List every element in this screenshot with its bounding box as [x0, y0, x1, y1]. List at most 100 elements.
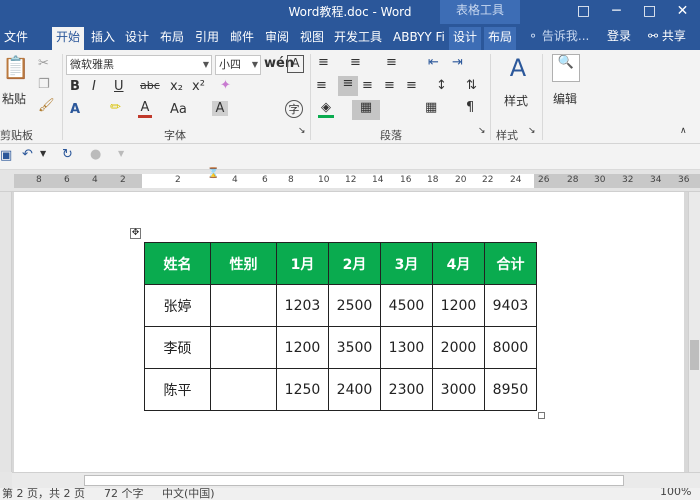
subscript-icon[interactable]: x₂	[170, 79, 183, 94]
char-border-icon[interactable]: A	[287, 55, 304, 73]
styles-button-label[interactable]: 样式	[504, 92, 528, 109]
table-cell[interactable]: 1250	[276, 368, 329, 411]
distributed-icon[interactable]: ≡	[406, 78, 417, 93]
customize-qat-icon[interactable]: ▼	[118, 149, 124, 158]
table-cell[interactable]: 2000	[432, 326, 485, 369]
share-button[interactable]: ⚯ 共享	[648, 27, 686, 44]
header-cell[interactable]: 1月	[276, 242, 329, 285]
table-cell[interactable]: 李硕	[144, 326, 211, 369]
text-effects-icon[interactable]: A	[70, 102, 80, 117]
char-shading-icon[interactable]: A	[212, 101, 228, 116]
tab-2[interactable]: 插入	[87, 27, 119, 50]
table-cell[interactable]: 9403	[484, 284, 537, 327]
table-cell[interactable]	[210, 368, 277, 411]
vertical-scrollbar[interactable]	[688, 192, 700, 472]
table-cell[interactable]: 8950	[484, 368, 537, 411]
table-cell[interactable]: 4500	[380, 284, 433, 327]
header-cell[interactable]: 2月	[328, 242, 381, 285]
collapse-ribbon-icon[interactable]: ∧	[680, 126, 687, 136]
table-cell[interactable]: 张婷	[144, 284, 211, 327]
dialog-launcher-icon[interactable]: ↘	[298, 126, 306, 136]
minimize-icon[interactable]: ─	[600, 0, 633, 24]
close-icon[interactable]: ✕	[666, 0, 699, 24]
maximize-icon[interactable]: □	[633, 0, 666, 24]
show-marks-icon[interactable]: ¶	[466, 100, 474, 115]
header-cell[interactable]: 合计	[484, 242, 537, 285]
dialog-launcher-icon[interactable]: ↘	[478, 126, 486, 136]
table-cell[interactable]: 3000	[432, 368, 485, 411]
redo-icon[interactable]: ↻	[62, 147, 73, 162]
tab-5[interactable]: 引用	[191, 27, 223, 50]
tab-11[interactable]: 设计	[449, 27, 482, 50]
save-icon[interactable]: ▣	[0, 148, 12, 163]
tab-3[interactable]: 设计	[121, 27, 153, 50]
page-count[interactable]: 第 2 页，共 2 页	[2, 488, 85, 500]
font-name-combo[interactable]: 微软雅黑 ▼	[66, 55, 212, 75]
bold-icon[interactable]: B	[70, 79, 80, 94]
table-resize-handle[interactable]	[538, 412, 545, 419]
justify-icon[interactable]: ≡	[384, 78, 395, 93]
tab-8[interactable]: 视图	[296, 27, 328, 50]
strikethrough-icon[interactable]: abc	[140, 79, 160, 92]
login-button[interactable]: 登录	[607, 27, 631, 44]
tab-12[interactable]: 布局	[484, 27, 517, 50]
italic-icon[interactable]: I	[92, 79, 96, 94]
document-page[interactable]: ✥ 姓名 性别 1月 2月 3月 4月 合计 张婷 1203 2500 4500 1200 9403 李…	[14, 192, 684, 472]
align-center-icon[interactable]: ≡	[338, 76, 358, 96]
find-icon[interactable]: 🔍	[552, 54, 580, 82]
paste-icon[interactable]: 📋	[2, 56, 29, 86]
undo-icon[interactable]: ↶	[22, 147, 33, 162]
chinese-layout-icon[interactable]: ▦	[425, 100, 437, 115]
chevron-down-icon[interactable]: ▼	[40, 149, 46, 158]
data-table[interactable]: 姓名 性别 1月 2月 3月 4月 合计 张婷 1203 2500 4500 1200 9403 李硕 1…	[144, 242, 537, 411]
touch-mode-icon[interactable]: ●	[90, 147, 101, 162]
table-cell[interactable]: 2500	[328, 284, 381, 327]
bullets-icon[interactable]: ≡	[318, 55, 329, 70]
tab-10[interactable]: ABBYY Fi	[389, 27, 449, 50]
tell-me-box[interactable]: ⚬ 告诉我...	[528, 27, 589, 44]
font-size-combo[interactable]: 小四 ▼	[215, 55, 261, 75]
header-cell[interactable]: 姓名	[144, 242, 211, 285]
horizontal-ruler[interactable]: 8 6 4 2 2 4 6 8 10 12 14 16 18 20 22 24 26 28 30 32 34 36 ⌛	[0, 168, 700, 192]
tab-6[interactable]: 邮件	[226, 27, 258, 50]
table-cell[interactable]: 陈平	[144, 368, 211, 411]
styles-icon[interactable]: A	[504, 54, 532, 82]
language[interactable]: 中文(中国)	[162, 488, 215, 500]
table-cell[interactable]: 8000	[484, 326, 537, 369]
underline-icon[interactable]: U	[114, 79, 124, 94]
table-move-handle-icon[interactable]: ✥	[130, 228, 141, 239]
shading-icon[interactable]: ◈	[318, 100, 334, 118]
format-painter-icon[interactable]: 🖌	[38, 98, 55, 113]
ribbon-display-icon[interactable]: □	[567, 0, 600, 24]
table-cell[interactable]	[210, 326, 277, 369]
numbering-icon[interactable]: ≡	[350, 55, 361, 70]
zoom-level[interactable]: 100%	[660, 488, 691, 498]
paste-label[interactable]: 粘贴	[2, 90, 26, 107]
dialog-launcher-icon[interactable]: ↘	[528, 126, 536, 136]
tab-1[interactable]: 开始	[52, 27, 85, 50]
tab-0[interactable]: 文件	[0, 27, 32, 50]
line-spacing-icon[interactable]: ↕	[436, 78, 447, 93]
header-cell[interactable]: 性别	[210, 242, 277, 285]
chevron-down-icon[interactable]: ▼	[203, 56, 209, 74]
multilevel-list-icon[interactable]: ≡	[386, 55, 397, 70]
chevron-down-icon[interactable]: ▼	[252, 56, 258, 74]
header-cell[interactable]: 4月	[432, 242, 485, 285]
table-cell[interactable]: 3500	[328, 326, 381, 369]
editing-button-label[interactable]: 编辑	[553, 90, 577, 107]
decrease-indent-icon[interactable]: ⇤	[428, 55, 439, 70]
table-cell[interactable]	[210, 284, 277, 327]
clear-format-icon[interactable]: ✦	[220, 78, 231, 93]
tab-9[interactable]: 开发工具	[330, 27, 386, 50]
tab-7[interactable]: 审阅	[261, 27, 293, 50]
indent-marker-icon[interactable]: ⌛	[207, 168, 219, 179]
increase-indent-icon[interactable]: ⇥	[452, 55, 463, 70]
align-right-icon[interactable]: ≡	[362, 78, 373, 93]
enclose-char-icon[interactable]: 字	[285, 100, 303, 118]
superscript-icon[interactable]: x²	[192, 79, 205, 94]
header-cell[interactable]: 3月	[380, 242, 433, 285]
word-count[interactable]: 72 个字	[104, 488, 144, 500]
change-case-icon[interactable]: Aa	[170, 102, 187, 117]
align-left-icon[interactable]: ≡	[316, 78, 327, 93]
table-cell[interactable]: 1203	[276, 284, 329, 327]
